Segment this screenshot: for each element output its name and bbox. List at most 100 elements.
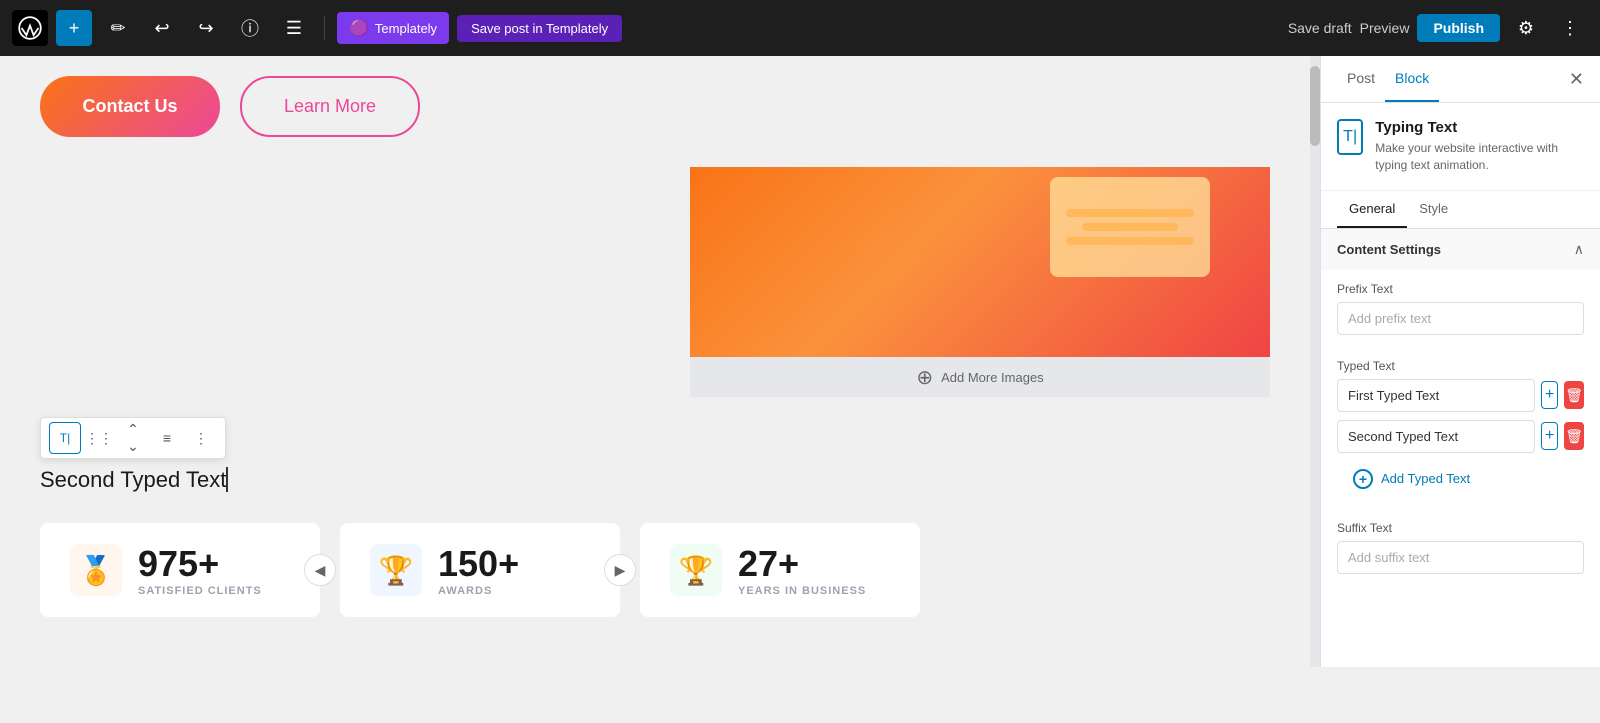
preview-button[interactable]: Preview xyxy=(1360,20,1410,36)
prefix-text-label: Prefix Text xyxy=(1337,282,1584,296)
card-line-1 xyxy=(1066,209,1194,217)
block-icon: T| xyxy=(1337,119,1363,155)
scrollbar-thumb[interactable] xyxy=(1310,66,1320,146)
suffix-text-input[interactable] xyxy=(1337,541,1584,574)
canvas: Contact Us Learn More ⊕ Add More I xyxy=(0,56,1310,667)
stat-number-clients: 975+ xyxy=(138,543,262,585)
right-panel: Post Block ✕ T| Typing Text Make your we… xyxy=(1320,56,1600,667)
settings-button[interactable]: ⚙ xyxy=(1508,10,1544,46)
prefix-text-section: Prefix Text xyxy=(1321,270,1600,347)
stat-text-awards: 150+ AWARDS xyxy=(438,543,519,597)
add-typed-circle-icon: + xyxy=(1353,469,1373,489)
stat-icon-trophy: 🏆 xyxy=(370,544,422,596)
info-button[interactable]: ⓘ xyxy=(232,10,268,46)
suffix-text-label: Suffix Text xyxy=(1337,521,1584,535)
stat-text-clients: 975+ SATISFIED CLIENTS xyxy=(138,543,262,597)
stat-number-years: 27+ xyxy=(738,543,866,585)
typed-text-section: Typed Text + 🗑 + 🗑 + Add Typed Text xyxy=(1321,347,1600,509)
typed-text-item-1: + 🗑 xyxy=(1337,379,1584,412)
templately-icon: 🟣 xyxy=(349,18,369,38)
tab-block[interactable]: Block xyxy=(1385,56,1439,102)
toolbar-drag-icon[interactable]: ⋮⋮ xyxy=(83,422,115,454)
contact-us-button[interactable]: Contact Us xyxy=(40,76,220,137)
redo-button[interactable]: ↪ xyxy=(188,10,224,46)
add-typed-text-button-1[interactable]: + xyxy=(1541,381,1558,409)
panel-close-button[interactable]: ✕ xyxy=(1569,69,1584,90)
typing-toolbar: T| ⋮⋮ ⌃⌄ ≡ ⋮ xyxy=(40,417,226,459)
content-settings-title: Content Settings xyxy=(1337,242,1441,257)
publish-button[interactable]: Publish xyxy=(1417,14,1500,42)
block-info: T| Typing Text Make your website interac… xyxy=(1321,103,1600,191)
card-line-2 xyxy=(1082,223,1178,231)
image-wrapper: ⊕ Add More Images xyxy=(690,167,1270,397)
buttons-section: Contact Us Learn More xyxy=(40,76,1270,137)
sub-tab-style[interactable]: Style xyxy=(1407,191,1460,228)
stat-icon-medal: 🏅 xyxy=(70,544,122,596)
main-layout: Contact Us Learn More ⊕ Add More I xyxy=(0,56,1600,667)
block-details: Typing Text Make your website interactiv… xyxy=(1375,119,1584,174)
toolbar-align-icon[interactable]: ≡ xyxy=(151,422,183,454)
divider xyxy=(324,16,325,40)
save-post-button[interactable]: Save post in Templately xyxy=(457,15,622,42)
stat-label-clients: SATISFIED CLIENTS xyxy=(138,585,262,597)
topbar: + ✏ ↩ ↪ ⓘ ☰ 🟣 Templately Save post in Te… xyxy=(0,0,1600,56)
toolbar-typing-icon[interactable]: T| xyxy=(49,422,81,454)
edit-button[interactable]: ✏ xyxy=(100,10,136,46)
stat-number-awards: 150+ xyxy=(438,543,519,585)
add-more-images-label: Add More Images xyxy=(941,370,1044,385)
text-cursor xyxy=(226,467,228,492)
delete-typed-text-button-1[interactable]: 🗑 xyxy=(1564,381,1584,409)
stat-card-awards: 🏆 150+ AWARDS ▶ xyxy=(340,523,620,617)
plus-icon: ⊕ xyxy=(916,365,933,390)
save-draft-button[interactable]: Save draft xyxy=(1288,20,1352,36)
learn-more-button[interactable]: Learn More xyxy=(240,76,420,137)
typing-block: T| ⋮⋮ ⌃⌄ ≡ ⋮ Second Typed Text xyxy=(40,417,1270,493)
typed-text-label: Typed Text xyxy=(1337,359,1584,373)
prefix-text-input[interactable] xyxy=(1337,302,1584,335)
hero-image xyxy=(690,167,1270,357)
list-view-button[interactable]: ☰ xyxy=(276,10,312,46)
add-typed-text-row[interactable]: + Add Typed Text xyxy=(1337,461,1584,497)
image-area: ⊕ Add More Images xyxy=(40,167,1270,397)
topbar-right: Save draft Preview Publish ⚙ ⋮ xyxy=(1288,10,1588,46)
suffix-text-section: Suffix Text xyxy=(1321,509,1600,586)
image-container: ⊕ Add More Images xyxy=(40,167,1270,397)
stat-label-years: YEARS IN BUSINESS xyxy=(738,585,866,597)
stat-card-years: 🏆 27+ YEARS IN BUSINESS xyxy=(640,523,920,617)
typed-text-input-1[interactable] xyxy=(1337,379,1535,412)
stat-text-years: 27+ YEARS IN BUSINESS xyxy=(738,543,866,597)
more-options-button[interactable]: ⋮ xyxy=(1552,10,1588,46)
stat-label-awards: AWARDS xyxy=(438,585,519,597)
sub-tabs: General Style xyxy=(1321,191,1600,229)
add-block-button[interactable]: + xyxy=(56,10,92,46)
panel-tab-group: Post Block xyxy=(1337,56,1439,102)
chevron-up-icon: ∧ xyxy=(1574,241,1584,258)
stats-section: 🏅 975+ SATISFIED CLIENTS ◀ 🏆 150+ AWARDS… xyxy=(40,523,1270,617)
templately-label: Templately xyxy=(375,21,437,36)
toolbar-more-icon[interactable]: ⋮ xyxy=(185,422,217,454)
typing-text-display: Second Typed Text xyxy=(40,467,1270,493)
sub-tab-general[interactable]: General xyxy=(1337,191,1407,228)
stat-arrow-right-1[interactable]: ▶ xyxy=(604,554,636,586)
typing-text-content: Second Typed Text xyxy=(40,467,226,492)
add-typed-text-button-2[interactable]: + xyxy=(1541,422,1558,450)
templately-button[interactable]: 🟣 Templately xyxy=(337,12,449,44)
stat-icon-award: 🏆 xyxy=(670,544,722,596)
delete-typed-text-button-2[interactable]: 🗑 xyxy=(1564,422,1584,450)
stat-card-clients: 🏅 975+ SATISFIED CLIENTS ◀ xyxy=(40,523,320,617)
content-settings-header[interactable]: Content Settings ∧ xyxy=(1321,229,1600,270)
panel-tabs: Post Block ✕ xyxy=(1321,56,1600,103)
tab-post[interactable]: Post xyxy=(1337,56,1385,102)
card-line-3 xyxy=(1066,237,1194,245)
wp-logo[interactable] xyxy=(12,10,48,46)
stat-arrow-left-1[interactable]: ◀ xyxy=(304,554,336,586)
typed-text-input-2[interactable] xyxy=(1337,420,1535,453)
block-desc: Make your website interactive with typin… xyxy=(1375,140,1584,174)
add-more-images-area[interactable]: ⊕ Add More Images xyxy=(690,357,1270,397)
add-typed-text-label: Add Typed Text xyxy=(1381,471,1470,486)
scrollbar[interactable] xyxy=(1310,56,1320,667)
undo-button[interactable]: ↩ xyxy=(144,10,180,46)
block-title: Typing Text xyxy=(1375,119,1584,136)
typed-text-item-2: + 🗑 xyxy=(1337,420,1584,453)
toolbar-move-icon[interactable]: ⌃⌄ xyxy=(117,422,149,454)
